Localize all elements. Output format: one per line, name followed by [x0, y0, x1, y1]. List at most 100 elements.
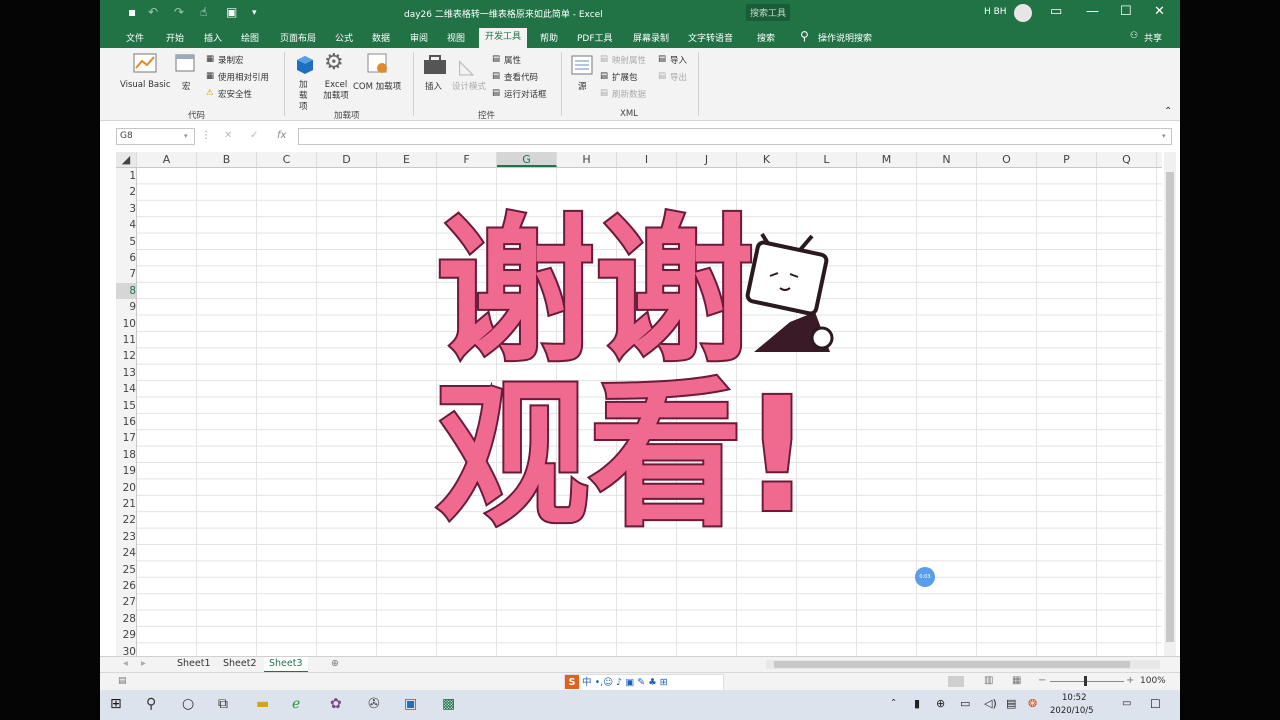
import-button[interactable]: 导入	[670, 54, 687, 66]
col-header[interactable]: O	[977, 152, 1037, 167]
tab-view[interactable]: 视图	[447, 31, 465, 44]
collapse-ribbon-icon[interactable]: ⌃	[1164, 106, 1172, 117]
scroll-thumb[interactable]	[1166, 172, 1174, 642]
col-header[interactable]: K	[737, 152, 797, 167]
zoom-in-icon[interactable]: +	[1126, 675, 1134, 686]
col-header-selected[interactable]: G	[497, 152, 557, 167]
row-header-cell[interactable]: 13	[116, 365, 136, 381]
tab-review[interactable]: 审阅	[410, 31, 428, 44]
properties-button[interactable]: 属性	[504, 54, 521, 66]
save-icon[interactable]: ▪	[128, 5, 136, 19]
formula-input[interactable]	[298, 128, 1172, 145]
tab-search[interactable]: 搜索	[757, 31, 775, 44]
expansion-packs-button[interactable]: 扩展包	[612, 71, 638, 83]
zoom-slider[interactable]	[1050, 676, 1124, 686]
share-button[interactable]: 共享	[1144, 31, 1162, 44]
row-header-cell[interactable]: 10	[116, 316, 136, 332]
insert-control-button[interactable]: 插入	[425, 80, 442, 92]
col-header[interactable]: N	[917, 152, 977, 167]
cancel-icon[interactable]: ✕	[224, 130, 232, 141]
tab-page-layout[interactable]: 页面布局	[280, 31, 316, 44]
col-header[interactable]: E	[377, 152, 437, 167]
page-layout-view-icon[interactable]: ▥	[984, 675, 993, 686]
row-header-cell[interactable]: 23	[116, 529, 136, 545]
vertical-scrollbar[interactable]	[1164, 152, 1176, 656]
touch-mode-icon[interactable]: ☝	[200, 5, 207, 19]
zoom-level[interactable]: 100%	[1140, 676, 1166, 686]
row-header-cell[interactable]: 30	[116, 644, 136, 656]
row-header-cell[interactable]: 11	[116, 332, 136, 348]
run-dialog-button[interactable]: 运行对话框	[504, 88, 547, 100]
page-break-view-icon[interactable]: ▦	[1012, 675, 1021, 686]
h-scroll-thumb[interactable]	[774, 661, 1130, 668]
col-header[interactable]: A	[137, 152, 197, 167]
tab-data[interactable]: 数据	[372, 31, 390, 44]
row-header-cell[interactable]: 27	[116, 594, 136, 610]
row-header-cell[interactable]: 25	[116, 562, 136, 578]
normal-view-icon[interactable]	[948, 676, 964, 687]
clock-time[interactable]: 10:52	[1062, 693, 1087, 703]
tray-icon[interactable]: ▭	[1122, 698, 1131, 709]
name-box-dropdown-icon[interactable]: ▾	[184, 132, 188, 140]
enter-icon[interactable]: ✓	[250, 130, 258, 141]
add-sheet-icon[interactable]: ⊕	[326, 657, 344, 671]
expand-formula-icon[interactable]: ▾	[1162, 132, 1166, 140]
maximize-icon[interactable]: ☐	[1120, 4, 1132, 19]
ime-mode[interactable]: 中	[582, 677, 592, 688]
record-macro-button[interactable]: 录制宏	[218, 54, 244, 66]
app-icon[interactable]: ✇	[368, 696, 380, 712]
row-header-cell[interactable]: 20	[116, 480, 136, 496]
close-icon[interactable]: ✕	[1154, 4, 1165, 19]
undo-icon[interactable]: ↶	[148, 5, 158, 19]
volume-icon[interactable]: ◁)	[984, 697, 997, 710]
row-header-cell[interactable]: 3	[116, 201, 136, 217]
row-header-cell[interactable]: 16	[116, 414, 136, 430]
share-icon[interactable]: ⚇	[1130, 31, 1138, 41]
macro-security-button[interactable]: 宏安全性	[218, 88, 252, 100]
col-header[interactable]: P	[1037, 152, 1097, 167]
avatar[interactable]	[1014, 4, 1032, 22]
tray-icon[interactable]: ▮	[914, 697, 920, 710]
excel-taskbar-icon[interactable]: ▩	[442, 696, 455, 712]
tell-me-search[interactable]: 操作说明搜索	[818, 31, 872, 44]
notification-icon[interactable]: ☐	[1150, 697, 1161, 711]
row-header-cell[interactable]: 12	[116, 348, 136, 364]
prev-sheet-icon[interactable]: ◂	[118, 657, 133, 671]
user-name[interactable]: H BH	[984, 7, 1007, 17]
customize-qat-icon[interactable]: ▾	[252, 8, 257, 18]
view-code-button[interactable]: 查看代码	[504, 71, 538, 83]
minimize-icon[interactable]: —	[1086, 4, 1099, 19]
tab-draw[interactable]: 绘图	[241, 31, 259, 44]
col-header[interactable]: J	[677, 152, 737, 167]
tab-formulas[interactable]: 公式	[335, 31, 353, 44]
tab-insert[interactable]: 插入	[204, 31, 222, 44]
redo-icon[interactable]: ↷	[174, 5, 184, 19]
row-header-selected[interactable]: 8	[116, 282, 136, 300]
sheet-tab[interactable]: Sheet2	[218, 657, 262, 671]
clock-date[interactable]: 2020/10/5	[1050, 706, 1094, 716]
network-icon[interactable]: ⊕	[936, 697, 945, 710]
row-header-cell[interactable]: 6	[116, 250, 136, 266]
tray-overflow-icon[interactable]: ⌃	[890, 698, 897, 708]
col-header[interactable]: F	[437, 152, 497, 167]
sheet-tab-active[interactable]: Sheet3	[264, 657, 308, 673]
macro-record-icon[interactable]: ▤	[118, 676, 127, 686]
row-header-cell[interactable]: 1	[116, 168, 136, 184]
ribbon-display-icon[interactable]: ▭	[1050, 4, 1062, 19]
windows-start-icon[interactable]: ⊞	[110, 696, 122, 712]
col-header[interactable]: C	[257, 152, 317, 167]
col-header[interactable]: M	[857, 152, 917, 167]
app-icon[interactable]: ✿	[330, 696, 342, 712]
row-header-cell[interactable]: 18	[116, 447, 136, 463]
search-icon[interactable]: ⚲	[146, 696, 156, 712]
battery-icon[interactable]: ▭	[960, 697, 970, 710]
row-header-cell[interactable]: 15	[116, 398, 136, 414]
row-header-cell[interactable]: 19	[116, 463, 136, 479]
tab-text-to-speech[interactable]: 文字转语音	[688, 31, 733, 44]
screenshot-icon[interactable]: ▣	[226, 5, 237, 19]
cortana-icon[interactable]: ○	[182, 696, 194, 712]
row-header-cell[interactable]: 21	[116, 496, 136, 512]
zoom-slider-thumb[interactable]	[1084, 676, 1087, 686]
next-sheet-icon[interactable]: ▸	[136, 657, 151, 671]
row-header-cell[interactable]: 14	[116, 381, 136, 397]
